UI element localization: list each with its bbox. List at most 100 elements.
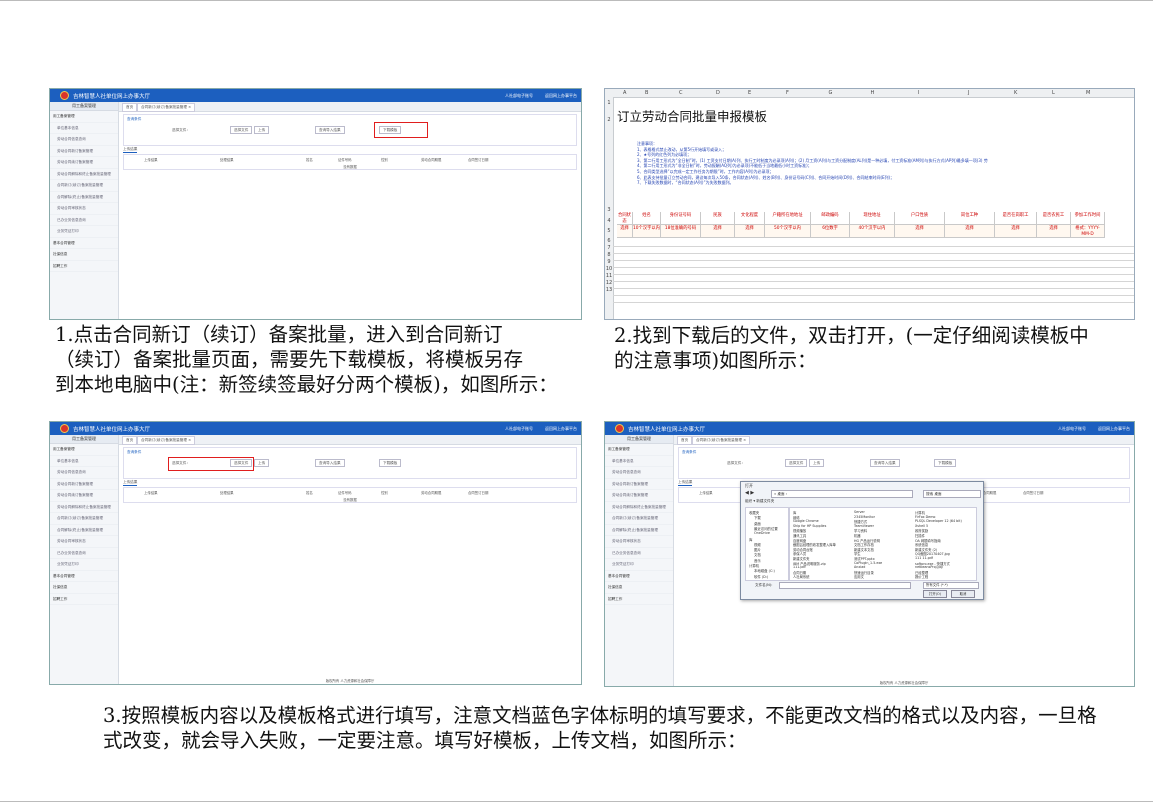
sidebar-item[interactable]: 用工备案管理 bbox=[50, 111, 118, 123]
header-cell[interactable]: 参加工作时间 bbox=[1071, 212, 1105, 225]
sidebar-group[interactable]: 基本合同管理 bbox=[50, 238, 118, 249]
sidebar-item[interactable]: 劳动合同新订备案管理 bbox=[605, 479, 673, 490]
file-item[interactable]: Google Chrome bbox=[793, 519, 819, 523]
header-link-home[interactable]: 返回网上办事平台 bbox=[545, 93, 577, 98]
sidebar-item[interactable]: 已办业务信息查询 bbox=[50, 548, 118, 559]
tree-item[interactable]: 桌面 bbox=[754, 521, 761, 526]
sidebar-group[interactable]: 社保信息 bbox=[605, 582, 673, 594]
sidebar-item[interactable]: 劳动合同新订备案管理 bbox=[50, 479, 118, 490]
header-cell[interactable]: 选择 bbox=[1037, 225, 1071, 238]
empty-row[interactable] bbox=[613, 295, 1134, 303]
sidebar-item[interactable]: 劳动合同续订备案管理 bbox=[50, 157, 118, 169]
file-item[interactable]: 111.pdf bbox=[793, 565, 806, 569]
sidebar-group[interactable]: 社保信息 bbox=[50, 582, 118, 594]
file-item[interactable]: TeamViewer bbox=[854, 524, 874, 528]
tab-home[interactable]: 首页 bbox=[122, 103, 138, 112]
tree-item[interactable]: 库 bbox=[749, 537, 752, 542]
header-cell[interactable]: 选择 bbox=[735, 225, 765, 238]
open-button[interactable]: 打开(O) bbox=[923, 590, 947, 598]
header-cell[interactable]: 岗位工种 bbox=[945, 212, 995, 225]
sidebar-item[interactable]: 劳动合同续订备案管理 bbox=[50, 490, 118, 502]
tab-batch-filing[interactable]: 合同新订(续订)备案批量管理 × bbox=[692, 436, 751, 445]
sidebar-item[interactable]: 劳动合同审核状态 bbox=[50, 203, 118, 215]
sidebar-header[interactable]: 用工备案管理 bbox=[50, 102, 118, 111]
sidebar-item[interactable]: 合同解除(终止)备案批量管理 bbox=[50, 192, 118, 203]
header-cell[interactable]: 10个汉字以内 bbox=[633, 225, 661, 238]
file-item[interactable]: PLSQL Developer 12 (64 bit) bbox=[915, 519, 962, 523]
query-result-button[interactable]: 查询导入结果 bbox=[870, 459, 900, 467]
sidebar-item[interactable]: 业务凭证打印 bbox=[605, 559, 673, 571]
sidebar-item[interactable]: 劳动合同解除和终止备案批量管理 bbox=[50, 502, 118, 513]
header-link-home[interactable]: 返回网上办事平台 bbox=[545, 426, 577, 431]
file-item[interactable]: 人社局系统 bbox=[793, 574, 809, 579]
dialog-toolbar[interactable]: 组织 ▾ 新建文件夹 bbox=[745, 499, 774, 504]
sidebar-item[interactable]: 合同新订(续订)备案批量管理 bbox=[605, 513, 673, 525]
file-item[interactable]: 应用文 bbox=[854, 574, 864, 579]
tree-item[interactable]: 软件 (D:) bbox=[754, 574, 768, 579]
sidebar-item[interactable]: 用工备案管理 bbox=[50, 444, 118, 456]
query-result-button[interactable]: 查询导入结果 bbox=[315, 126, 345, 134]
sidebar-item[interactable]: 合同新订(续订)备案批量管理 bbox=[50, 513, 118, 525]
query-result-button[interactable]: 查询导入结果 bbox=[315, 459, 345, 467]
header-cell[interactable]: 选择 bbox=[895, 225, 945, 238]
file-item[interactable]: Server bbox=[854, 510, 865, 514]
header-cell[interactable]: 是否农民工 bbox=[1037, 212, 1071, 225]
sidebar-item[interactable]: 单位基本信息 bbox=[50, 123, 118, 134]
sidebar-group[interactable]: 招聘工作 bbox=[50, 261, 118, 272]
tree-item[interactable]: 计算机 bbox=[749, 563, 759, 568]
header-cell[interactable]: 文化程度 bbox=[735, 212, 765, 225]
header-cell[interactable]: 民族 bbox=[701, 212, 735, 225]
sidebar-group[interactable]: 社保信息 bbox=[50, 249, 118, 261]
file-item[interactable]: 111 11.pdf bbox=[915, 556, 933, 560]
sidebar-group[interactable]: 招聘工作 bbox=[605, 594, 673, 605]
header-cell[interactable]: 选择 bbox=[617, 225, 633, 238]
sidebar-item[interactable]: 劳动合同续订备案管理 bbox=[605, 490, 673, 502]
sidebar-item[interactable]: 劳动合同审核状态 bbox=[605, 536, 673, 548]
header-cell[interactable]: 合同状态 bbox=[617, 212, 633, 225]
header-link-account[interactable]: 人社部电子账号 bbox=[505, 93, 533, 98]
tab-home[interactable]: 首页 bbox=[677, 436, 693, 445]
tree-item[interactable]: 下载 bbox=[754, 515, 761, 520]
header-cell[interactable]: 18位准确的号码 bbox=[661, 225, 701, 238]
sidebar-group[interactable]: 基本合同管理 bbox=[50, 571, 118, 582]
tab-batch-filing[interactable]: 合同新订(续订)备案批量管理 × bbox=[137, 436, 196, 445]
header-cell[interactable]: 选择 bbox=[701, 225, 735, 238]
sidebar-item[interactable]: 劳动合同信息查询 bbox=[50, 467, 118, 479]
tree-item[interactable]: 图片 bbox=[754, 547, 761, 552]
sidebar-item[interactable]: 已办业务信息查询 bbox=[605, 548, 673, 559]
cancel-button[interactable]: 取消 bbox=[951, 590, 975, 598]
tree-item[interactable]: 视频 bbox=[754, 542, 761, 547]
choose-file-button[interactable]: 选择文件 bbox=[230, 126, 253, 134]
sidebar-group[interactable]: 基本合同管理 bbox=[605, 571, 673, 582]
sidebar-item[interactable]: 劳动合同新订备案管理 bbox=[50, 146, 118, 157]
header-link-home[interactable]: 返回网上办事平台 bbox=[1098, 426, 1130, 431]
upload-button[interactable]: 上传 bbox=[254, 126, 270, 134]
file-item[interactable]: Ship for HP Supplies bbox=[793, 524, 826, 528]
header-cell[interactable]: 身份证号码 bbox=[661, 212, 701, 225]
sidebar-item[interactable]: 合同解除(终止)备案批量管理 bbox=[50, 525, 118, 536]
header-cell[interactable]: 现住地址 bbox=[850, 212, 895, 225]
header-cell[interactable]: 40个汉字以内 bbox=[850, 225, 895, 238]
header-cell[interactable]: 姓名 bbox=[633, 212, 661, 225]
tree-item[interactable]: 文档 bbox=[754, 552, 761, 557]
sidebar-item[interactable]: 合同解除(终止)备案批量管理 bbox=[605, 525, 673, 536]
nav-arrows-icon[interactable]: ◀ ▶ bbox=[745, 490, 754, 496]
tree-item[interactable]: 最近访问的位置 bbox=[754, 526, 778, 531]
file-item[interactable]: CoPlugin_1.5.exe bbox=[854, 561, 882, 565]
address-bar[interactable]: « 桌面 › bbox=[771, 490, 913, 498]
sidebar-item[interactable]: 单位基本信息 bbox=[50, 456, 118, 467]
header-cell[interactable]: 选择 bbox=[995, 225, 1037, 238]
tab-home[interactable]: 首页 bbox=[122, 436, 138, 445]
download-template-button[interactable]: 下载模板 bbox=[934, 459, 957, 467]
sidebar-item[interactable]: 劳动合同信息查询 bbox=[50, 134, 118, 146]
header-cell[interactable]: 50个汉字以内 bbox=[765, 225, 811, 238]
file-item[interactable]: netbeansProj.jpg bbox=[915, 565, 943, 569]
file-item[interactable]: 报价工程 bbox=[915, 574, 928, 579]
file-item[interactable]: 2345Monitor bbox=[854, 515, 875, 519]
file-item[interactable]: Anxiad bbox=[854, 565, 865, 569]
sidebar-item[interactable]: 劳动合同审核状态 bbox=[50, 536, 118, 548]
search-input[interactable]: 搜索 桌面 bbox=[923, 490, 981, 498]
upload-button[interactable]: 上传 bbox=[254, 459, 270, 467]
sidebar-item[interactable]: 劳动合同解除和终止备案批量管理 bbox=[605, 502, 673, 513]
download-template-button[interactable]: 下载模板 bbox=[379, 459, 402, 467]
